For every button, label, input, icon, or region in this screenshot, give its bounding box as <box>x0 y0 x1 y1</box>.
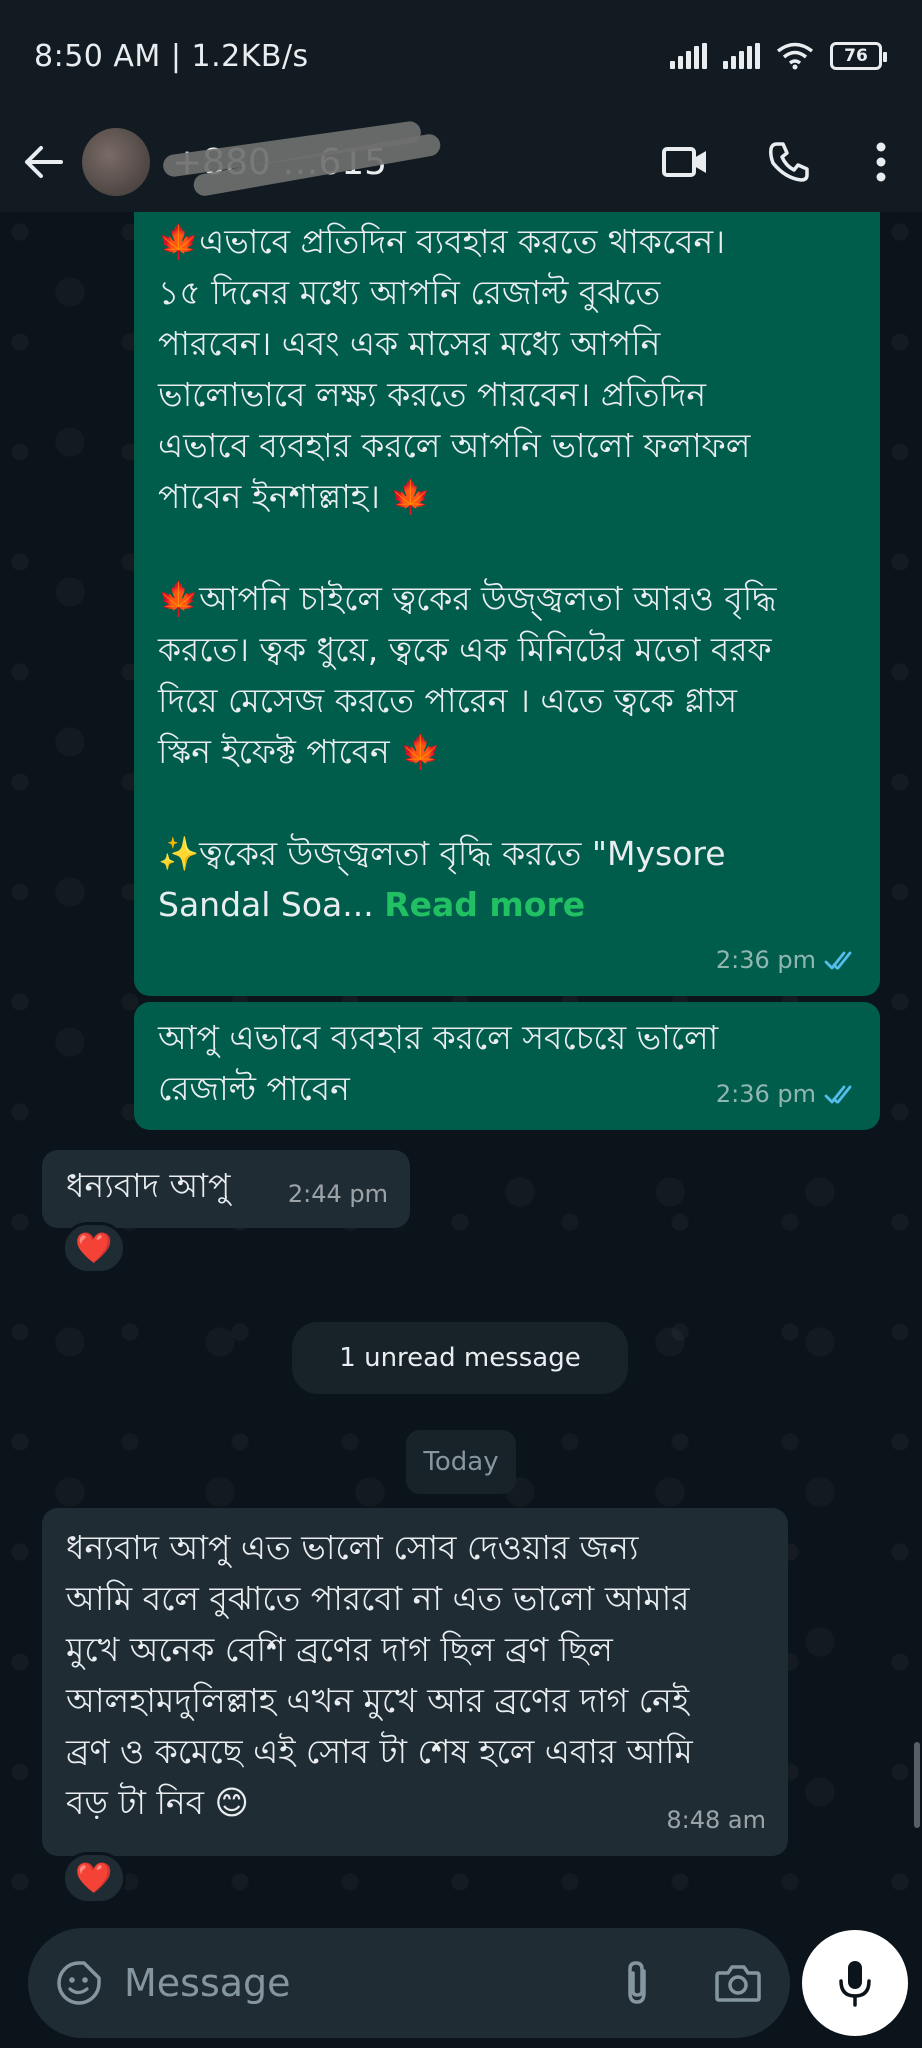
chat-screen: 8:50 AM | 1.2KB/s 76 🍁এভাবে প্রতিদিন ব্য… <box>0 0 922 2048</box>
message-line: ব্রণ ও কমেছে এই সোব টা শেষ হলে এবার আমি <box>66 1732 693 1771</box>
message-meta: 8:48 am <box>666 1795 766 1846</box>
message-line: আলহামদুলিল্লাহ এখন মুখে আর ব্রণের দাগ নে… <box>66 1681 689 1720</box>
back-button[interactable] <box>18 137 68 187</box>
message-line: ✨ত্বকের উজ্জ্বলতা বৃদ্ধি করতে "Mysore <box>158 834 726 873</box>
message-line: 🍁এভাবে প্রতিদিন ব্যবহার করতে থাকবেন। <box>158 222 726 261</box>
message-list[interactable]: 🍁এভাবে প্রতিদিন ব্যবহার করতে থাকবেন। ১৫ … <box>0 212 922 1918</box>
heart-reaction-icon: ❤️ <box>75 1860 113 1896</box>
paperclip-icon[interactable] <box>620 1959 654 2007</box>
video-camera-icon <box>662 147 706 177</box>
message-line: ভালোভাবে লক্ষ্য করতে পারবেন। প্রতিদিন <box>158 375 707 414</box>
arrow-left-icon <box>25 146 63 178</box>
status-time-speed: 8:50 AM | 1.2KB/s <box>34 38 309 74</box>
message-line: করতে। ত্বক ধুয়ে, ত্বকে এক মিনিটের মতো ব… <box>158 630 772 669</box>
message-time: 2:36 pm <box>715 1080 816 1108</box>
video-call-button[interactable] <box>658 135 712 189</box>
wifi-icon <box>776 42 814 70</box>
message-line: 🍁আপনি চাইলে ত্বকের উজ্জ্বলতা আরও বৃদ্ধি <box>158 579 777 618</box>
signal-icon <box>723 43 760 69</box>
message-line-last: Sandal Soa... Read more <box>158 879 856 930</box>
message-meta: 2:44 pm <box>288 1169 388 1220</box>
message-line <box>158 522 856 573</box>
battery-level: 76 <box>844 46 868 66</box>
message-input[interactable]: Message <box>28 1928 790 2038</box>
microphone-icon <box>839 1961 871 2007</box>
unread-banner-text: 1 unread message <box>339 1343 581 1373</box>
message-line: এভাবে ব্যবহার করলে আপনি ভালো ফলাফল <box>158 426 751 465</box>
message-line: ধন্যবাদ আপু এত ভালো সোব দেওয়ার জন্য <box>66 1528 639 1567</box>
message-line: দিয়ে মেসেজ করতে পারেন । এতে ত্বকে গ্লাস <box>158 681 738 720</box>
message-line: আপু এভাবে ব্যবহার করলে সবচেয়ে ভালো <box>158 1018 719 1057</box>
message-reaction[interactable]: ❤️ <box>62 1222 126 1274</box>
message-line: ১৫ দিনের মধ্যে আপনি রেজাল্ট বুঝতে <box>158 273 661 312</box>
message-bubble-incoming[interactable]: ধন্যবাদ আপু 2:44 pm <box>42 1150 410 1228</box>
message-time: 8:48 am <box>666 1806 766 1834</box>
header-actions <box>658 135 896 189</box>
message-truncated-text: Sandal Soa... <box>158 885 374 924</box>
chat-header: +880 …615 <box>0 112 922 212</box>
status-bar: 8:50 AM | 1.2KB/s 76 <box>0 0 922 112</box>
status-icons: 76 <box>670 42 887 70</box>
message-input-placeholder: Message <box>124 1961 291 2005</box>
message-line: আমি বলে বুঝাতে পারবো না এত ভালো আমার <box>66 1579 690 1618</box>
read-more-link[interactable]: Read more <box>384 885 585 924</box>
battery-icon: 76 <box>830 42 887 70</box>
message-time: 2:44 pm <box>287 1180 388 1208</box>
signal-icon <box>670 43 707 69</box>
message-line: পাবেন ইনশাল্লাহ। 🍁 <box>158 477 432 516</box>
contact-avatar[interactable] <box>82 128 150 196</box>
unread-messages-banner: 1 unread message <box>292 1322 628 1394</box>
camera-icon[interactable] <box>714 1963 762 2003</box>
message-line: স্কিন ইফেক্ট পাবেন 🍁 <box>158 732 442 771</box>
message-bubble-outgoing[interactable]: 🍁এভাবে প্রতিদিন ব্যবহার করতে থাকবেন। ১৫ … <box>134 212 880 996</box>
message-time: 2:36 pm <box>715 946 816 974</box>
double-check-icon <box>824 1085 852 1103</box>
scrollbar-thumb[interactable] <box>914 1742 920 1828</box>
heart-reaction-icon: ❤️ <box>75 1230 113 1266</box>
message-line: মুখে অনেক বেশি ব্রণের দাগ ছিল ব্রণ ছিল <box>66 1630 613 1669</box>
message-meta: 2:36 pm <box>716 935 858 986</box>
double-check-icon <box>824 951 852 969</box>
message-reaction[interactable]: ❤️ <box>62 1852 126 1904</box>
date-divider: Today <box>406 1430 516 1494</box>
message-composer: Message <box>0 1918 922 2048</box>
contact-name[interactable]: +880 …615 <box>161 120 658 198</box>
sticker-emoji-icon[interactable] <box>56 1960 102 2006</box>
more-options-button[interactable] <box>866 135 896 189</box>
date-divider-text: Today <box>423 1447 499 1477</box>
more-vertical-icon <box>876 142 886 182</box>
message-line: বড় টা নিব 😊 <box>66 1783 249 1822</box>
voice-message-button[interactable] <box>802 1930 908 2036</box>
message-line: পারবেন। এবং এক মাসের মধ্যে আপনি <box>158 324 661 363</box>
phone-icon <box>769 142 809 182</box>
message-meta: 2:36 pm <box>716 1069 858 1120</box>
message-bubble-outgoing[interactable]: আপু এভাবে ব্যবহার করলে সবচেয়ে ভালো রেজা… <box>134 1002 880 1130</box>
voice-call-button[interactable] <box>762 135 816 189</box>
message-line <box>158 777 856 828</box>
message-bubble-incoming[interactable]: ধন্যবাদ আপু এত ভালো সোব দেওয়ার জন্য আমি… <box>42 1508 788 1856</box>
